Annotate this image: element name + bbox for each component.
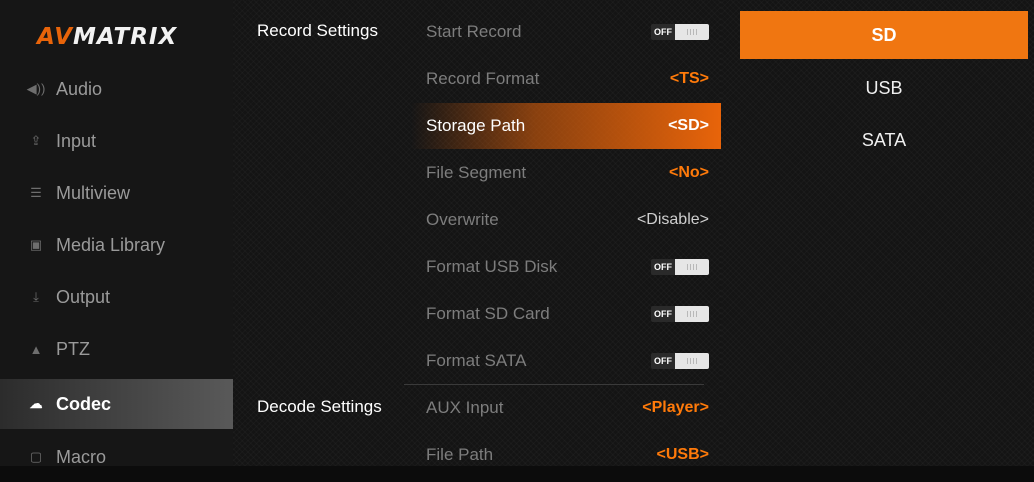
file-path-row[interactable]: File Path <USB> — [411, 432, 721, 478]
sidebar-item-codec[interactable]: ☁ Codec — [0, 379, 238, 429]
format-usb-disk-row[interactable]: Format USB Disk OFF — [411, 244, 721, 290]
speaker-icon: ◀)) — [26, 81, 46, 96]
sidebar-item-multiview[interactable]: ☰ Multiview — [0, 168, 233, 218]
toggle-knob — [675, 306, 709, 322]
sidebar-item-label: PTZ — [56, 338, 90, 359]
row-label: AUX Input — [426, 398, 504, 417]
sidebar-item-audio[interactable]: ◀)) Audio — [0, 64, 233, 114]
sidebar: AVMATRIX ◀)) Audio ⇪ Input ☰ Multiview ▣… — [0, 0, 238, 467]
format-sata-row[interactable]: Format SATA OFF — [411, 338, 721, 384]
file-segment-value: <No> — [668, 164, 709, 181]
sidebar-item-label: Input — [56, 130, 97, 151]
row-label: File Segment — [426, 163, 527, 182]
sidebar-item-label: Multiview — [56, 182, 131, 203]
toggle-knob — [675, 353, 709, 369]
format-sd-card-toggle[interactable]: OFF — [651, 306, 709, 322]
section-divider — [404, 384, 704, 385]
start-record-toggle[interactable]: OFF — [651, 24, 709, 40]
file-path-value: <USB> — [656, 446, 709, 463]
toggle-knob — [675, 259, 709, 275]
option-usb[interactable]: USB — [740, 64, 1028, 112]
record-format-value: <TS> — [669, 70, 709, 87]
macro-icon: ▢ — [29, 449, 43, 464]
row-label: Start Record — [426, 22, 522, 41]
sidebar-item-media-library[interactable]: ▣ Media Library — [0, 220, 233, 270]
avmatrix-logo: AVMATRIX — [37, 24, 178, 50]
sidebar-item-macro[interactable]: ▢ Macro — [0, 432, 233, 482]
row-label: Format USB Disk — [426, 257, 558, 276]
storage-path-value: <SD> — [668, 117, 709, 134]
file-segment-row[interactable]: File Segment <No> — [411, 150, 721, 196]
camera-icon: ▲ — [29, 341, 43, 357]
overwrite-row[interactable]: Overwrite <Disable> — [411, 197, 721, 243]
upload-icon: ⇪ — [30, 133, 42, 148]
download-icon: ⤓ — [33, 289, 39, 304]
row-label: Overwrite — [426, 210, 499, 229]
option-sata[interactable]: SATA — [740, 116, 1028, 164]
sidebar-item-label: Media Library — [56, 234, 166, 255]
storage-path-row[interactable]: Storage Path <SD> — [411, 103, 721, 149]
format-sd-card-row[interactable]: Format SD Card OFF — [411, 291, 721, 337]
record-settings-title: Record Settings — [257, 21, 378, 40]
start-record-row[interactable]: Start Record OFF — [411, 9, 721, 55]
sidebar-item-input[interactable]: ⇪ Input — [0, 116, 233, 166]
list-icon: ☰ — [30, 185, 42, 200]
options-panel: SD USB SATA — [721, 0, 1034, 466]
row-label: Format SD Card — [426, 304, 550, 323]
aux-input-row[interactable]: AUX Input <Player> — [411, 385, 721, 431]
option-sd[interactable]: SD — [740, 11, 1028, 59]
sidebar-item-output[interactable]: ⤓ Output — [0, 272, 233, 322]
sidebar-item-label: Audio — [56, 78, 103, 99]
format-usb-disk-toggle[interactable]: OFF — [651, 259, 709, 275]
row-label: Record Format — [426, 69, 540, 88]
image-icon: ▣ — [29, 237, 43, 252]
settings-panel: Record Settings Start Record OFF Record … — [233, 0, 721, 466]
sidebar-item-label: Codec — [56, 393, 112, 414]
format-sata-toggle[interactable]: OFF — [651, 353, 709, 369]
record-format-row[interactable]: Record Format <TS> — [411, 56, 721, 102]
decode-settings-title: Decode Settings — [257, 397, 382, 416]
toggle-knob — [675, 24, 709, 40]
aux-input-value: <Player> — [642, 399, 709, 416]
row-label: Format SATA — [426, 351, 527, 370]
sidebar-item-label: Macro — [56, 446, 107, 467]
overwrite-value: <Disable> — [636, 211, 709, 228]
cloud-icon: ☁ — [29, 396, 43, 411]
sidebar-item-label: Output — [56, 286, 111, 307]
row-label: Storage Path — [426, 116, 526, 135]
sidebar-item-ptz[interactable]: ▲ PTZ — [0, 324, 233, 374]
row-label: File Path — [426, 445, 494, 464]
